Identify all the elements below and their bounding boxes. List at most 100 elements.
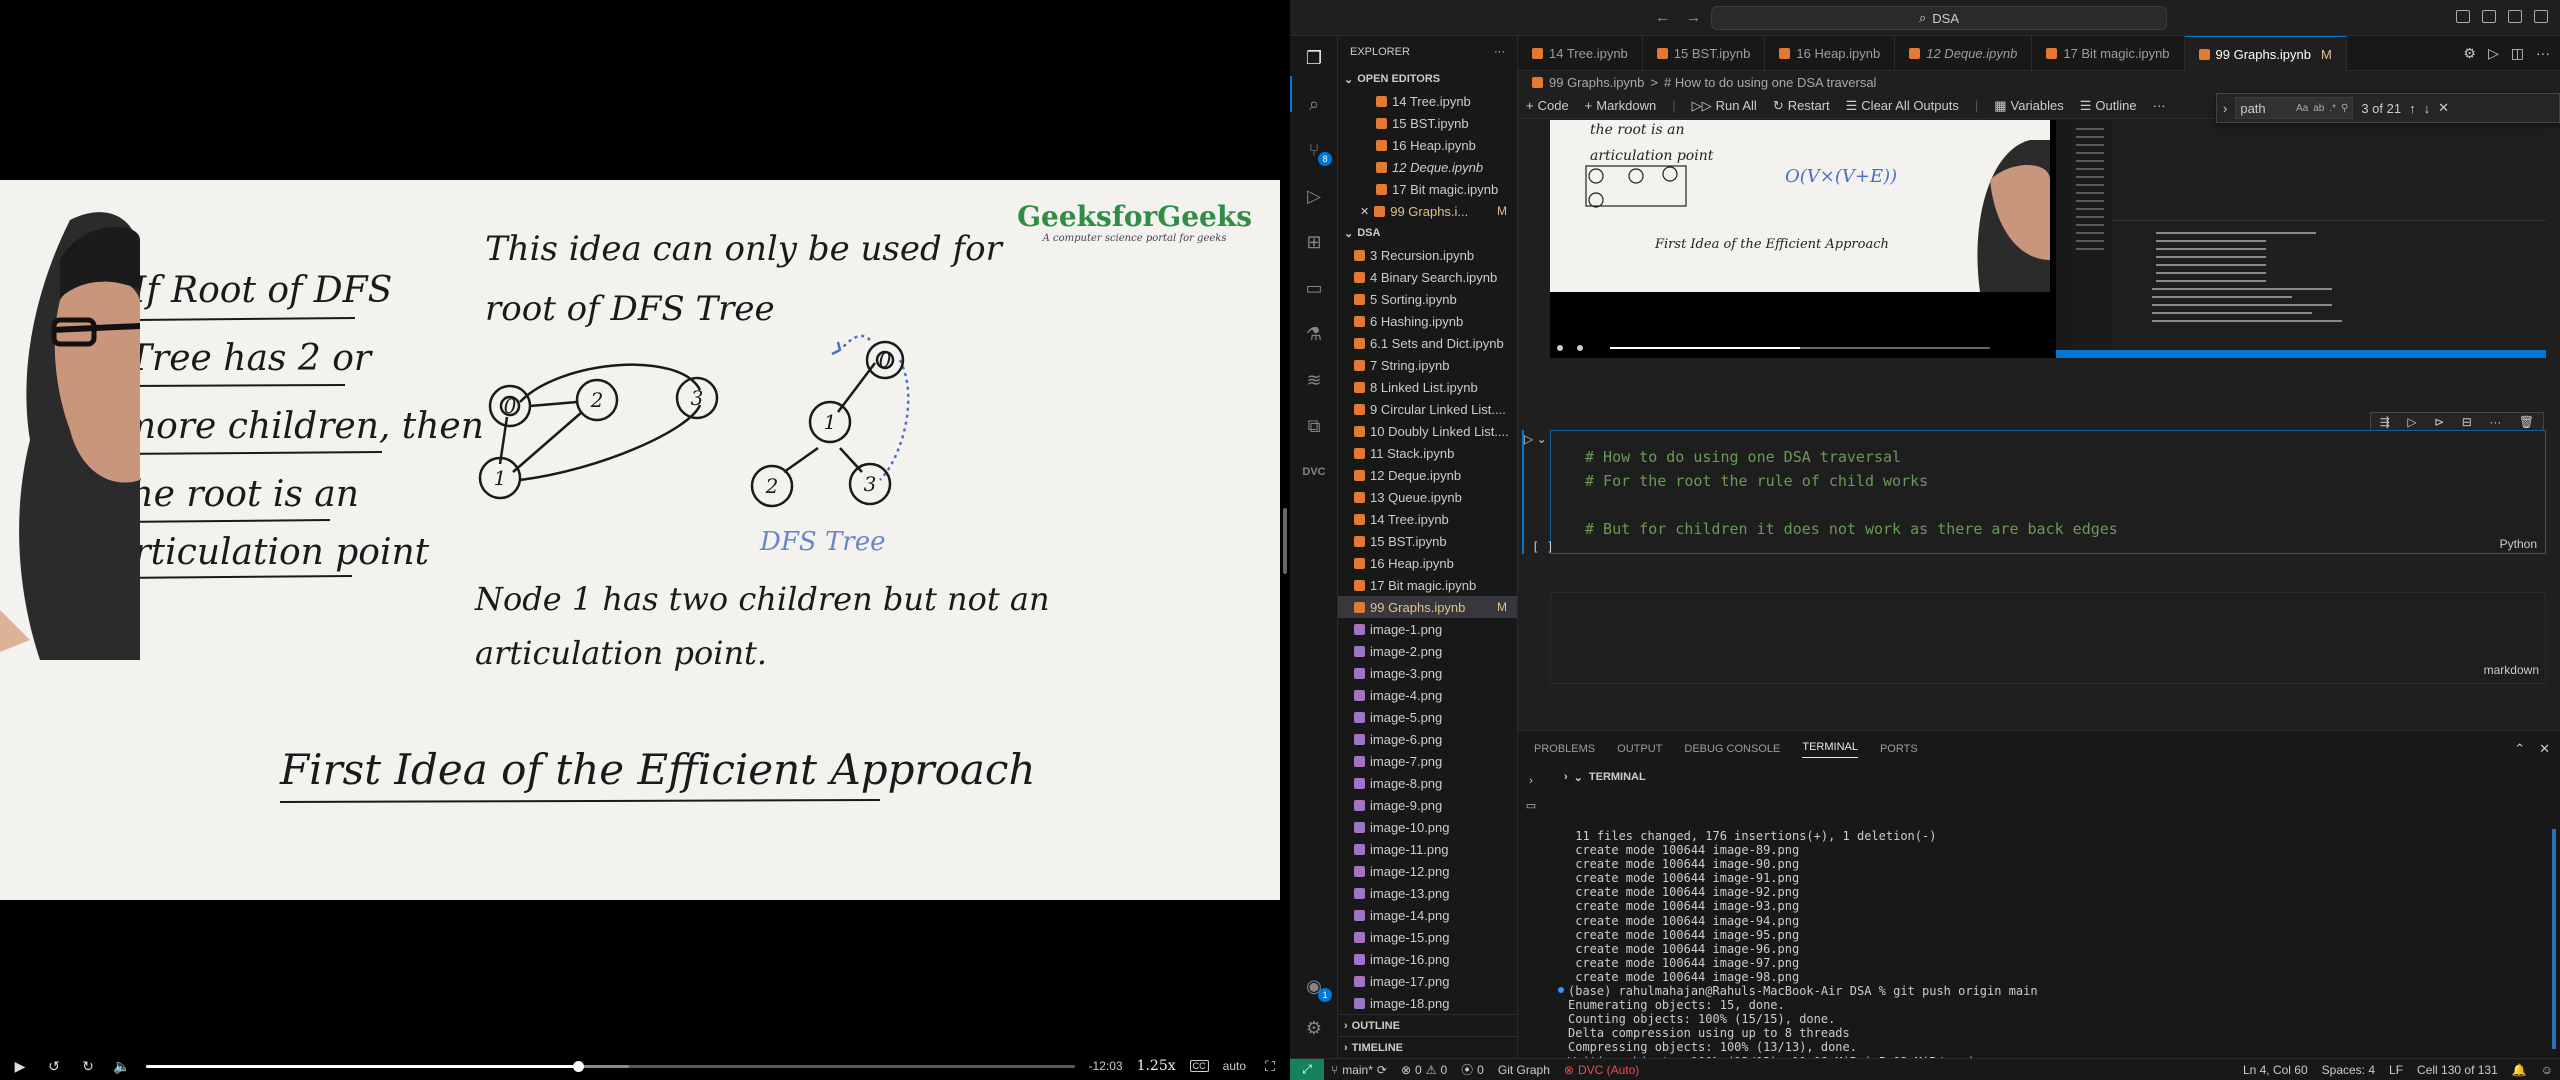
more-actions-icon[interactable]: ··· [2536,45,2550,61]
file-item[interactable]: image-4.png [1338,684,1517,706]
file-item[interactable]: 12 Deque.ipynb [1338,464,1517,486]
forward-arrow-icon[interactable]: → [1686,9,1701,26]
file-item[interactable]: 10 Doubly Linked List.... [1338,420,1517,442]
terminal-list-icon[interactable]: ▭ [1526,799,1536,812]
regex-toggle[interactable]: .* [2329,103,2336,114]
customize-layout-icon[interactable] [2534,10,2548,23]
file-item[interactable]: image-10.png [1338,816,1517,838]
toggle-sidebar-icon[interactable] [2456,10,2470,23]
bell-icon[interactable]: 🔔 [2505,1063,2534,1077]
forward-10-icon[interactable]: ↻ [78,1056,98,1076]
settings-gear-icon[interactable]: ⚙ [2463,45,2476,62]
chevron-right-icon[interactable]: › [1564,771,1568,784]
file-item[interactable]: image-18.png [1338,992,1517,1014]
explorer-more-icon[interactable]: ··· [1494,46,1505,58]
code-line[interactable] [1585,493,2118,517]
file-item[interactable]: image-14.png [1338,904,1517,926]
outline-button[interactable]: ☰ Outline [2080,98,2137,114]
file-item[interactable]: image-1.png [1338,618,1517,640]
run-cell-icon[interactable]: ▷ ⌄ [1524,432,1547,446]
split-cell-icon[interactable]: ⊟ [2462,415,2472,429]
cell-more-icon[interactable]: ··· [2489,415,2501,429]
open-editor-item[interactable]: 12 Deque.ipynb [1338,156,1517,178]
editor-tab[interactable]: 14 Tree.ipynb [1518,36,1643,71]
file-item[interactable]: image-5.png [1338,706,1517,728]
dvc-status[interactable]: ⊗ DVC (Auto) [1557,1063,1646,1077]
file-item[interactable]: 14 Tree.ipynb [1338,508,1517,530]
file-item[interactable]: 8 Linked List.ipynb [1338,376,1517,398]
chevron-down-icon[interactable]: ⌄ [1574,771,1583,784]
cell-indicator[interactable]: Cell 130 of 131 [2410,1063,2505,1077]
file-item[interactable]: image-6.png [1338,728,1517,750]
file-item[interactable]: 6 Hashing.ipynb [1338,310,1517,332]
manage-gear-icon[interactable]: ⚙ [1302,1016,1326,1040]
delete-cell-icon[interactable]: 🗑 [2519,415,2534,429]
breadcrumb-section[interactable]: # How to do using one DSA traversal [1664,75,1876,90]
file-item[interactable]: 17 Bit magic.ipynb [1338,574,1517,596]
close-panel-icon[interactable]: ✕ [2539,741,2550,757]
find-input[interactable]: path Aa ab .* ⚲ [2235,97,2354,119]
file-item[interactable]: image-3.png [1338,662,1517,684]
panel-tab[interactable]: DEBUG CONSOLE [1684,743,1780,755]
file-item[interactable]: 5 Sorting.ipynb [1338,288,1517,310]
testing-icon[interactable]: ⚗ [1302,322,1326,346]
git-graph-button[interactable]: Git Graph [1491,1063,1557,1077]
match-word-toggle[interactable]: ab [2313,103,2324,114]
toggle-panel-icon[interactable] [2482,10,2496,23]
find-close-icon[interactable]: ✕ [2438,100,2449,116]
panel-tab[interactable]: TERMINAL [1802,741,1858,758]
tree-view-icon[interactable]: ⧉ [1302,414,1326,438]
file-item[interactable]: 4 Binary Search.ipynb [1338,266,1517,288]
markdown-cell[interactable]: markdown [1550,592,2546,684]
folder-section[interactable]: ⌄ DSA [1338,222,1517,244]
maximize-panel-icon[interactable]: ⌃ [2514,741,2525,757]
panel-tab[interactable]: PORTS [1880,743,1918,755]
ports-indicator[interactable]: ⦿ 0 [1454,1061,1491,1078]
file-item[interactable]: 3 Recursion.ipynb [1338,244,1517,266]
terminal-scrollbar[interactable] [2552,829,2556,1049]
toggle-secondary-sidebar-icon[interactable] [2508,10,2522,23]
dvc-icon[interactable]: DVC [1302,460,1326,484]
editor-tab[interactable]: 17 Bit magic.ipynb [2032,36,2185,71]
add-markdown-button[interactable]: + Markdown [1585,98,1657,113]
editor-tab[interactable]: 15 BST.ipynb [1643,36,1766,71]
remote-explorer-icon[interactable]: ▭ [1302,276,1326,300]
remote-indicator-icon[interactable]: ⤢ [1290,1058,1324,1080]
toolbar-more-button[interactable]: ··· [2153,98,2166,113]
extensions-icon[interactable]: ⊞ [1302,230,1326,254]
file-item[interactable]: 7 String.ipynb [1338,354,1517,376]
command-center[interactable]: ⌕ DSA [1711,6,2167,30]
split-editor-icon[interactable]: ◫ [2511,45,2524,62]
timeline-section[interactable]: › TIMELINE [1338,1036,1517,1058]
fullscreen-icon[interactable]: ⛶ [1260,1056,1280,1076]
problems-indicator[interactable]: ⊗ 0 ⚠ 0 [1394,1063,1454,1077]
clear-outputs-button[interactable]: ☰ Clear All Outputs [1846,98,1959,114]
end-of-line[interactable]: LF [2382,1063,2410,1077]
file-item[interactable]: 16 Heap.ipynb [1338,552,1517,574]
restart-button[interactable]: ↻ Restart [1773,98,1830,114]
find-toggle-replace-icon[interactable]: › [2223,101,2227,116]
explorer-icon[interactable]: ❐ [1302,46,1326,70]
editor-tab[interactable]: 99 Graphs.ipynb M [2184,36,2347,71]
code-line[interactable]: # But for children it does not work as t… [1585,517,2118,541]
run-all-button[interactable]: ▷▷ Run All [1692,98,1757,114]
open-editor-item[interactable]: ✕ 99 Graphs.i... M [1338,200,1517,222]
file-item[interactable]: image-16.png [1338,948,1517,970]
play-icon[interactable]: ▶ [10,1056,30,1076]
markdown-cell-label[interactable]: markdown [2484,663,2539,677]
video-player[interactable]: If Root of DFS Tree has 2 or more childr… [0,0,1290,1080]
open-editors-section[interactable]: ⌄ OPEN EDITORS [1338,68,1517,90]
indentation[interactable]: Spaces: 4 [2315,1063,2382,1077]
file-item[interactable]: image-15.png [1338,926,1517,948]
file-item[interactable]: image-2.png [1338,640,1517,662]
video-scroll-thumb[interactable] [1283,508,1287,574]
command-decoration-dot[interactable] [1558,987,1564,993]
add-code-button[interactable]: + Code [1526,98,1569,113]
branch-indicator[interactable]: ⑂ main* ⟳ [1324,1063,1394,1077]
search-view-icon[interactable]: ⌕ [1302,92,1326,116]
panel-tab[interactable]: OUTPUT [1617,743,1662,755]
breadcrumb-file[interactable]: 99 Graphs.ipynb [1549,75,1644,90]
run-debug-icon[interactable]: ▷ [1302,184,1326,208]
file-item[interactable]: 13 Queue.ipynb [1338,486,1517,508]
find-next-icon[interactable]: ↓ [2424,101,2431,116]
